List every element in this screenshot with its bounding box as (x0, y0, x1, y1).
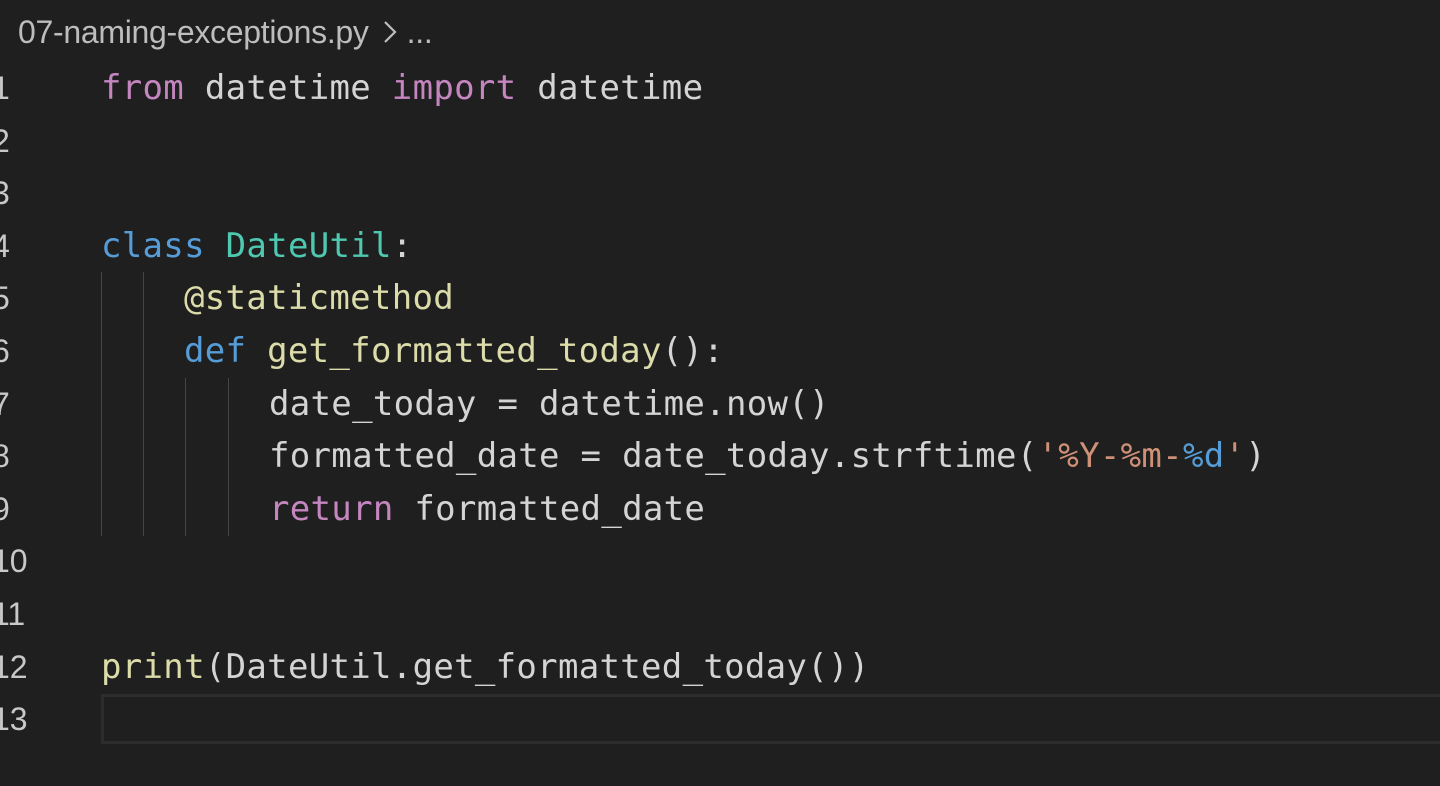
function-call-token: get_formatted_today (412, 646, 808, 687)
line-content: formatted_date = date_today.strftime('%Y… (269, 430, 1266, 483)
text-token: datetime (516, 68, 704, 108)
code-line[interactable]: 9 return formatted_date (0, 483, 1440, 536)
code-line[interactable]: 11 (0, 588, 1440, 641)
code-line[interactable]: 10 (0, 535, 1440, 588)
code-line[interactable]: 3 (0, 167, 1440, 220)
keyword-token: from (101, 68, 185, 108)
line-content: @staticmethod (184, 272, 454, 325)
format-specifier-token: %d (1182, 436, 1225, 477)
function-call-token: strftime (850, 436, 1017, 477)
code-line[interactable]: 8 formatted_date = date_today.strftime('… (0, 430, 1440, 483)
function-name-token: print (101, 646, 205, 687)
keyword-token: def (184, 330, 247, 371)
line-number: 6 (0, 332, 10, 369)
line-content: class DateUtil: (101, 220, 413, 273)
code-line[interactable]: 7 date_today = datetime.now() (0, 378, 1440, 431)
punctuation-token: ()) (807, 646, 870, 687)
code-line[interactable]: 1 from datetime import datetime (0, 62, 1440, 115)
line-number: 8 (0, 438, 10, 475)
punctuation-token: : (391, 225, 413, 266)
line-number: 3 (0, 175, 10, 212)
code-area[interactable]: 1 from datetime import datetime 2 3 4 cl… (0, 62, 1440, 746)
line-number: 4 (0, 227, 10, 264)
line-number: 11 (0, 595, 26, 632)
text-token: formatted_date = date_today. (269, 436, 851, 477)
text-token: formatted_date (393, 488, 706, 529)
line-content: def get_formatted_today(): (184, 325, 724, 378)
chevron-right-icon (383, 20, 397, 44)
punctuation-token: ( (1016, 436, 1038, 477)
line-content: date_today = datetime.now() (269, 378, 830, 431)
format-specifier-token: %m (1120, 436, 1163, 477)
line-number: 7 (0, 385, 10, 422)
decorator-token: @staticmethod (184, 278, 455, 319)
string-token: - (1099, 436, 1121, 477)
breadcrumb: 07-naming-exceptions.py ... (18, 10, 433, 54)
keyword-token: return (269, 488, 394, 529)
breadcrumb-file-name[interactable]: 07-naming-exceptions.py (18, 14, 369, 51)
code-editor[interactable]: 07-naming-exceptions.py ... 1 from datet… (0, 0, 1440, 786)
function-call-token: now (725, 383, 789, 424)
line-number: 2 (0, 122, 10, 159)
format-specifier-token: %Y (1058, 436, 1100, 477)
code-line[interactable]: 6 def get_formatted_today(): (0, 325, 1440, 378)
punctuation-token: ) (1245, 436, 1267, 477)
string-token: ' (1037, 436, 1059, 477)
line-number: 1 (0, 70, 10, 106)
function-name-token: get_formatted_today (267, 330, 662, 371)
line-number: 10 (0, 543, 28, 580)
line-content: print(DateUtil.get_formatted_today()) (101, 641, 870, 694)
code-line[interactable]: 5 @staticmethod (0, 272, 1440, 325)
line-number: 13 (0, 701, 28, 738)
line-number: 5 (0, 280, 10, 317)
line-content: return formatted_date (269, 483, 705, 536)
text-token: (DateUtil. (204, 646, 413, 687)
punctuation-token: () (788, 383, 830, 424)
line-number: 12 (0, 648, 28, 685)
current-line-highlight (101, 694, 1440, 744)
line-number: 9 (0, 490, 10, 527)
string-token: ' (1224, 436, 1246, 477)
breadcrumb-ellipsis[interactable]: ... (407, 14, 433, 51)
code-line[interactable]: 12 print(DateUtil.get_formatted_today()) (0, 641, 1440, 694)
text-token: date_today = datetime. (269, 383, 726, 424)
code-line[interactable]: 4 class DateUtil: (0, 220, 1440, 273)
keyword-token: import (391, 68, 517, 108)
punctuation-token: (): (661, 330, 725, 371)
text-token: datetime (184, 68, 392, 108)
string-token: - (1162, 436, 1183, 477)
code-line[interactable]: 2 (0, 115, 1440, 168)
line-content: from datetime import datetime (101, 62, 703, 115)
keyword-token: class (101, 225, 205, 266)
class-name-token: DateUtil (225, 225, 392, 266)
